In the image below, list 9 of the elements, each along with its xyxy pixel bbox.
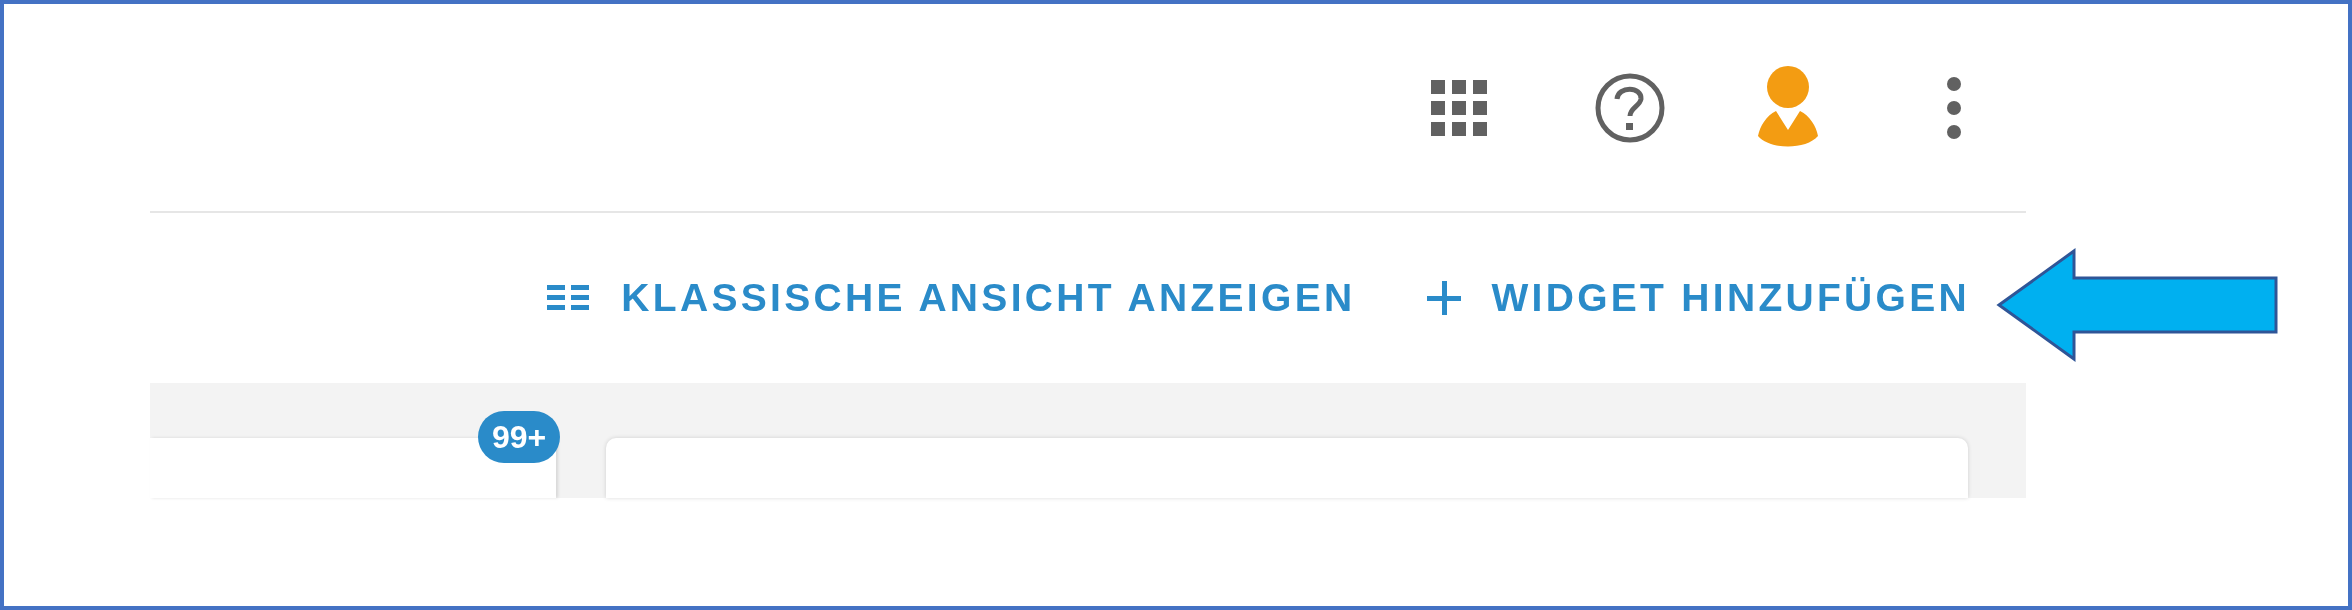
list-icon	[547, 285, 592, 311]
help-icon[interactable]	[1594, 71, 1666, 144]
more-options-icon[interactable]	[1946, 75, 1962, 140]
toolbar-button[interactable]: WIDGET HINZUFÜGEN	[1421, 268, 1976, 328]
plus-icon	[1427, 281, 1462, 315]
apps-grid-icon[interactable]	[1431, 79, 1487, 136]
count-badge: 99+	[478, 411, 561, 463]
toolbar-button[interactable]: KLASSISCHE ANSICHT ANZEIGEN	[541, 268, 1362, 328]
arrow-icon	[1996, 248, 2280, 362]
